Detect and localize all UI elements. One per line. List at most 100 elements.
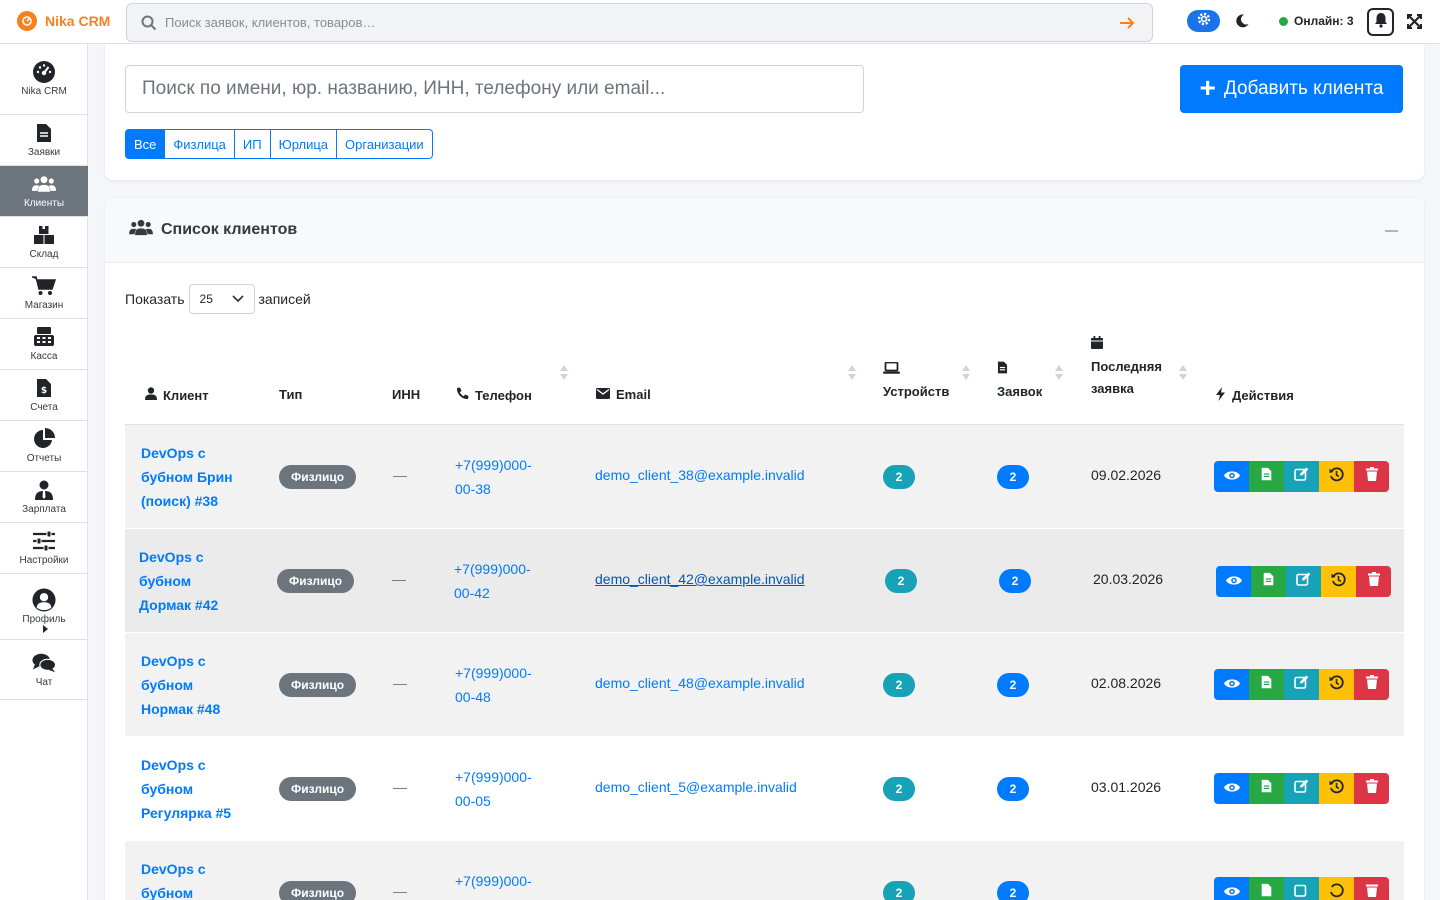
client-search-input[interactable] <box>125 65 864 113</box>
client-inn: — <box>392 571 406 587</box>
global-search-input[interactable] <box>165 15 1118 30</box>
sidebar-item-shop[interactable]: Магазин <box>0 268 88 319</box>
sidebar-item-cashbox[interactable]: Касса <box>0 319 88 370</box>
history-button[interactable] <box>1319 669 1354 700</box>
page-size-select[interactable]: 25 <box>188 284 255 314</box>
client-name-link[interactable]: DevOps с бубном Нормак #48 <box>141 649 251 721</box>
view-button[interactable] <box>1214 773 1249 804</box>
column-last-request[interactable]: Последняя заявка <box>1091 335 1162 399</box>
client-email-link[interactable]: demo_client_38@example.invalid <box>595 467 805 483</box>
notifications-button[interactable] <box>1367 8 1394 36</box>
sidebar: Nika CRM Заявки Клиенты Склад Магазин Ка… <box>0 44 88 900</box>
moon-icon[interactable] <box>1233 12 1251 30</box>
document-button[interactable] <box>1249 877 1284 900</box>
client-name-link[interactable]: DevOps с бубном Дормак #42 <box>139 545 249 617</box>
sidebar-item-warehouse[interactable]: Склад <box>0 217 88 268</box>
history-icon <box>1331 571 1346 592</box>
table-row[interactable]: DevOps с бубном Дормак #42 Физлицо — +7(99… <box>125 529 1404 633</box>
client-inn: — <box>393 779 407 795</box>
search-icon <box>141 14 159 32</box>
history-button[interactable] <box>1321 566 1356 597</box>
client-phone-link[interactable]: +7(999)000- <box>455 869 555 893</box>
filter-organizations[interactable]: Организации <box>337 129 433 159</box>
delete-button[interactable] <box>1354 669 1389 700</box>
arrow-right-icon[interactable] <box>1118 14 1136 32</box>
column-requests[interactable]: Заявок <box>997 360 1042 402</box>
delete-button[interactable] <box>1356 566 1391 597</box>
sort-phone-icon[interactable] <box>560 365 568 383</box>
sidebar-item-reports[interactable]: Отчеты <box>0 421 88 472</box>
last-request-date: 02.08.2026 <box>1091 675 1162 691</box>
client-phone-link[interactable]: +7(999)000- 00-05 <box>455 765 555 813</box>
document-button[interactable] <box>1249 461 1284 492</box>
edit-button[interactable] <box>1284 877 1319 900</box>
sidebar-item-settings[interactable]: Настройки <box>0 523 88 574</box>
sidebar-item-invoices[interactable]: $ Счета <box>0 370 88 421</box>
sidebar-item-label: Зарплата <box>22 504 66 515</box>
sort-devices-icon[interactable] <box>962 365 970 383</box>
column-phone[interactable]: Телефон <box>456 387 532 403</box>
history-button[interactable] <box>1319 877 1354 900</box>
brand[interactable]: Nika CRM <box>17 11 110 31</box>
delete-button[interactable] <box>1354 877 1389 900</box>
sidebar-item-profile[interactable]: Профиль <box>0 574 88 640</box>
client-phone-link[interactable]: +7(999)000- 00-48 <box>455 661 555 709</box>
sidebar-item-chat[interactable]: Чат <box>0 640 88 700</box>
column-label: Клиент <box>163 387 209 403</box>
online-status: Онлайн: 3 <box>1279 14 1354 28</box>
document-icon <box>1263 572 1274 591</box>
settings-toggle[interactable] <box>1187 10 1220 32</box>
edit-button[interactable] <box>1284 773 1319 804</box>
edit-button[interactable] <box>1284 461 1319 492</box>
document-button[interactable] <box>1249 773 1284 804</box>
filter-legal[interactable]: Юрлица <box>270 129 338 159</box>
show-label: Показать <box>125 291 185 307</box>
sort-requests-icon[interactable] <box>1055 365 1063 383</box>
client-name-link[interactable]: DevOps с бубном <box>141 857 251 900</box>
client-name-link[interactable]: DevOps с бубном Брин (поиск) #38 <box>141 441 251 513</box>
view-button[interactable] <box>1214 877 1249 900</box>
table-row[interactable]: DevOps с бубном Брин (поиск) #38 Физлицо —… <box>125 425 1404 529</box>
client-name-link[interactable]: DevOps с бубном Регулярка #5 <box>141 753 251 825</box>
filter-individuals[interactable]: Физлица <box>165 129 235 159</box>
sidebar-item-clients[interactable]: Клиенты <box>0 166 88 217</box>
edit-button[interactable] <box>1286 566 1321 597</box>
add-client-button[interactable]: + Добавить клиента <box>1180 65 1403 113</box>
column-devices[interactable]: Устройств <box>883 360 949 402</box>
sort-email-icon[interactable] <box>848 365 856 383</box>
table-row[interactable]: DevOps с бубном Нормак #48 Физлицо — +7(99… <box>125 633 1404 737</box>
clients-search-card: + Добавить клиента Все Физлица ИП Юрлица… <box>105 44 1424 180</box>
document-icon <box>1261 883 1272 900</box>
document-button[interactable] <box>1249 669 1284 700</box>
sidebar-item-salary[interactable]: Зарплата <box>0 472 88 523</box>
view-button[interactable] <box>1214 461 1249 492</box>
column-client[interactable]: Клиент <box>145 387 209 403</box>
column-type[interactable]: Тип <box>279 387 302 402</box>
sort-last-request-icon[interactable] <box>1179 365 1187 383</box>
sidebar-item-dashboard[interactable]: Nika CRM <box>0 44 88 115</box>
history-button[interactable] <box>1319 461 1354 492</box>
column-email[interactable]: Email <box>596 387 651 402</box>
table-row[interactable]: DevOps с бубном Физлицо — +7(999)000- 2 2 <box>125 841 1404 900</box>
collapse-icon[interactable] <box>1385 230 1398 232</box>
delete-button[interactable] <box>1354 461 1389 492</box>
history-button[interactable] <box>1319 773 1354 804</box>
filter-all[interactable]: Все <box>125 129 166 159</box>
edit-button[interactable] <box>1284 669 1319 700</box>
client-email-link[interactable]: demo_client_5@example.invalid <box>595 779 797 795</box>
client-phone-link[interactable]: +7(999)000- 00-38 <box>455 453 555 501</box>
view-button[interactable] <box>1216 566 1251 597</box>
filter-ip[interactable]: ИП <box>234 129 271 159</box>
delete-button[interactable] <box>1354 773 1389 804</box>
table-row[interactable]: DevOps с бубном Регулярка #5 Физлицо — +7(… <box>125 737 1404 841</box>
users-icon <box>129 219 153 241</box>
expand-icon[interactable] <box>1406 13 1423 30</box>
sidebar-item-requests[interactable]: Заявки <box>0 115 88 166</box>
client-email-link[interactable]: demo_client_48@example.invalid <box>595 675 805 691</box>
document-button[interactable] <box>1251 566 1286 597</box>
client-phone-link[interactable]: +7(999)000- 00-42 <box>454 557 554 605</box>
view-button[interactable] <box>1214 669 1249 700</box>
column-inn[interactable]: ИНН <box>392 387 420 402</box>
column-label: Последняя <box>1091 359 1162 374</box>
client-email-link[interactable]: demo_client_42@example.invalid <box>595 571 805 587</box>
